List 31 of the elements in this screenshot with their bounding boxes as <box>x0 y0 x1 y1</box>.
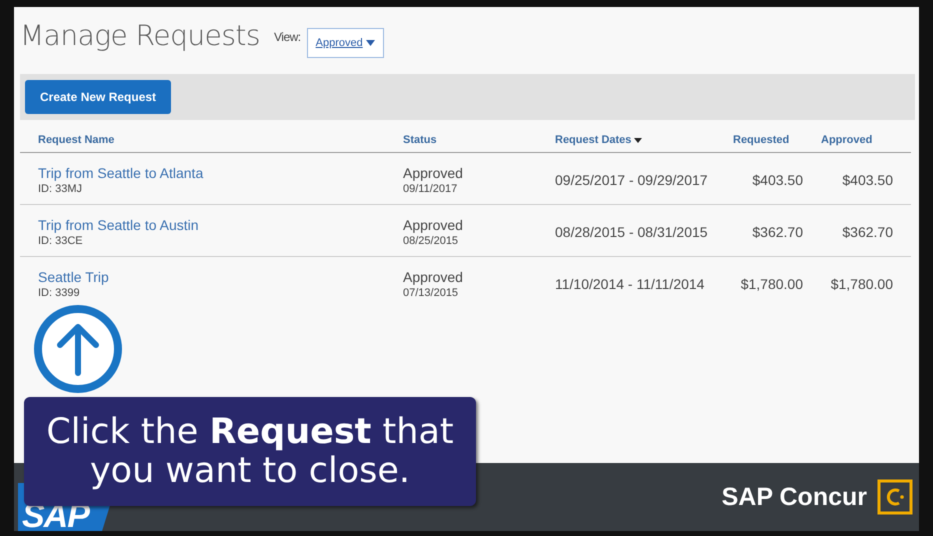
request-dates: 09/25/2017 - 09/29/2017 <box>555 172 708 188</box>
approved-amount: $403.50 <box>842 172 893 188</box>
request-id: ID: 33MJ <box>38 182 84 194</box>
status-text: Approved <box>403 268 464 284</box>
status-text: Approved <box>403 164 464 180</box>
status-date: 09/11/2017 <box>403 182 458 194</box>
view-label: View: <box>274 30 301 44</box>
approved-amount: $362.70 <box>842 224 893 240</box>
brand-name: SAP Concur <box>722 482 867 512</box>
column-header[interactable]: Request Name <box>38 134 114 146</box>
column-header[interactable]: Status <box>403 134 437 146</box>
requested-amount: $1,780.00 <box>740 276 803 292</box>
page-title: Manage Requests <box>20 19 260 52</box>
create-request-button[interactable]: Create New Request <box>25 80 172 114</box>
approved-amount: $1,780.00 <box>830 276 893 292</box>
request-name-link[interactable]: Seattle Trip <box>38 268 109 284</box>
request-dates: 08/28/2015 - 08/31/2015 <box>555 224 708 240</box>
request-dates: 11/10/2014 - 11/11/2014 <box>555 276 704 292</box>
requested-amount: $362.70 <box>752 224 803 240</box>
status-date: 08/25/2015 <box>403 234 460 246</box>
requested-amount: $403.50 <box>752 172 803 188</box>
column-header[interactable]: Request Dates <box>555 134 642 146</box>
status-text: Approved <box>403 216 464 232</box>
view-dropdown[interactable]: Approved <box>306 28 384 58</box>
request-id: ID: 33CE <box>38 234 84 246</box>
column-header[interactable]: Requested <box>733 134 790 146</box>
status-date: 07/13/2015 <box>403 286 460 298</box>
request-name-link[interactable]: Trip from Seattle to Austin <box>38 216 199 232</box>
column-header[interactable]: Approved <box>821 134 872 146</box>
request-name-link[interactable]: Trip from Seattle to Atlanta <box>38 164 204 180</box>
request-id: ID: 3399 <box>38 286 81 298</box>
